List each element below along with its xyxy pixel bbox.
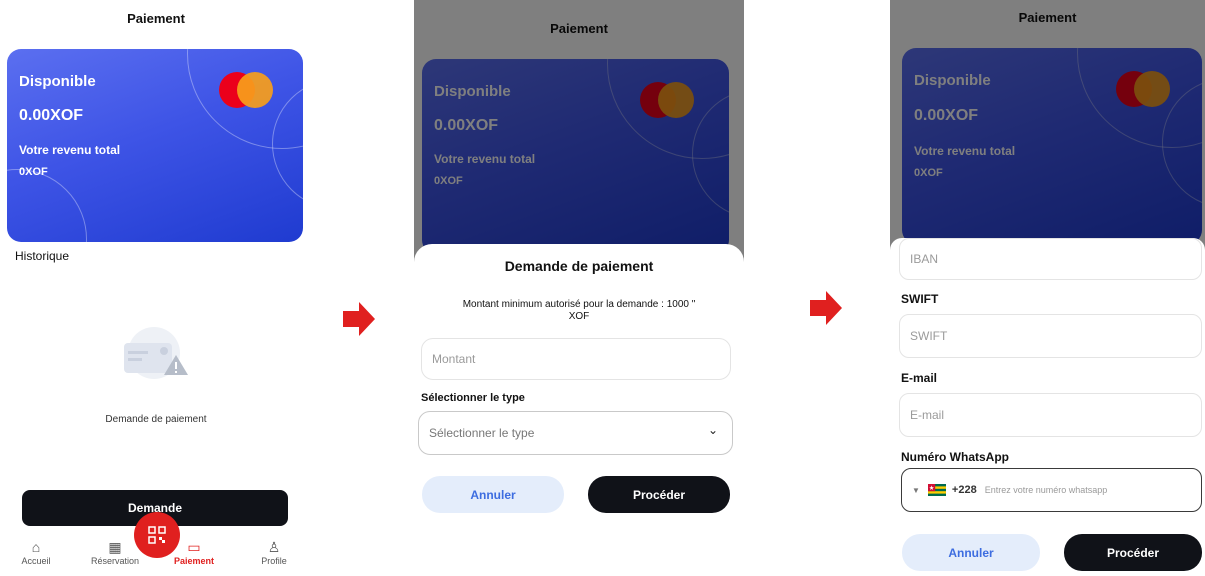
cancel-button[interactable]: Annuler	[902, 534, 1040, 571]
whatsapp-input-placeholder: Entrez votre numéro whatsapp	[984, 485, 1108, 495]
modal-title: Demande de paiement	[504, 258, 654, 274]
home-icon: ⌂	[31, 539, 41, 555]
minimum-amount-line: Montant minimum autorisé pour la demande…	[462, 299, 696, 310]
nav-reservation[interactable]: ▦ Réservation	[85, 540, 145, 566]
dim-overlay	[414, 0, 744, 280]
proceed-button[interactable]: Procéder	[1064, 534, 1202, 571]
nav-label: Paiement	[173, 556, 215, 566]
empty-state-text: Demande de paiement	[105, 414, 207, 425]
chevron-down-icon: ⌄	[707, 423, 718, 437]
email-label: E-mail	[901, 371, 938, 385]
screen-payment: Paiement Disponible 0.00XOF Votre revenu…	[0, 0, 312, 576]
payment-details-sheet: IBAN SWIFT SWIFT E-mail E-mail Numéro Wh…	[890, 238, 1205, 576]
background-screen: Paiement Disponible 0.00XOF Votre revenu…	[890, 0, 1205, 250]
calendar-icon: ▦	[108, 539, 122, 555]
page-title: Paiement	[127, 11, 185, 26]
nav-label: Profile	[261, 556, 287, 566]
available-label: Disponible	[19, 73, 96, 90]
nav-paiement[interactable]: ▭ Paiement	[164, 540, 224, 566]
whatsapp-phone-field[interactable]: ▼ +228 Entrez votre numéro whatsapp	[901, 468, 1202, 512]
available-value: 0.00XOF	[19, 107, 84, 124]
iban-input[interactable]: IBAN	[899, 238, 1202, 280]
cancel-button[interactable]: Annuler	[422, 476, 564, 513]
wallet-icon: ▭	[187, 539, 201, 555]
minimum-amount-currency: XOF	[568, 311, 590, 322]
nav-profile[interactable]: ♙ Profile	[244, 540, 304, 566]
income-value: 0XOF	[19, 166, 48, 178]
nav-accueil[interactable]: ⌂ Accueil	[6, 540, 66, 566]
proceed-button[interactable]: Procéder	[588, 476, 730, 513]
swift-input[interactable]: SWIFT	[899, 314, 1202, 358]
history-label: Historique	[15, 249, 70, 263]
screen-payment-details-modal: Paiement Disponible 0.00XOF Votre revenu…	[890, 0, 1205, 576]
arrow-right-icon	[343, 302, 375, 336]
payment-request-sheet: Demande de paiement Montant minimum auto…	[414, 244, 744, 534]
type-label: Sélectionner le type	[421, 392, 525, 404]
type-select-value: Sélectionner le type	[429, 426, 535, 440]
card-decoration	[7, 169, 87, 242]
screen-payment-request-modal: Paiement Disponible 0.00XOF Votre revenu…	[414, 0, 744, 576]
caret-down-icon: ▼	[912, 485, 920, 495]
arrow-right-icon	[810, 291, 842, 325]
mastercard-logo-icon	[219, 72, 273, 108]
background-screen: Paiement Disponible 0.00XOF Votre revenu…	[414, 0, 744, 280]
minimum-amount-note: Montant minimum autorisé pour la demande…	[414, 299, 744, 323]
empty-card-warning-icon	[124, 327, 188, 379]
balance-card: Disponible 0.00XOF Votre revenu total 0X…	[7, 49, 303, 242]
nav-label: Réservation	[90, 556, 140, 566]
income-label: Votre revenu total	[19, 143, 121, 157]
user-icon: ♙	[267, 539, 281, 555]
amount-input[interactable]: Montant	[421, 338, 731, 380]
togo-flag-icon	[927, 484, 946, 496]
type-select[interactable]: Sélectionner le type ⌄	[418, 411, 733, 455]
email-input[interactable]: E-mail	[899, 393, 1202, 437]
swift-label: SWIFT	[901, 292, 939, 306]
whatsapp-label: Numéro WhatsApp	[901, 450, 1009, 464]
dim-overlay	[890, 0, 1205, 250]
country-code: +228	[951, 484, 977, 496]
nav-label: Accueil	[21, 556, 51, 566]
